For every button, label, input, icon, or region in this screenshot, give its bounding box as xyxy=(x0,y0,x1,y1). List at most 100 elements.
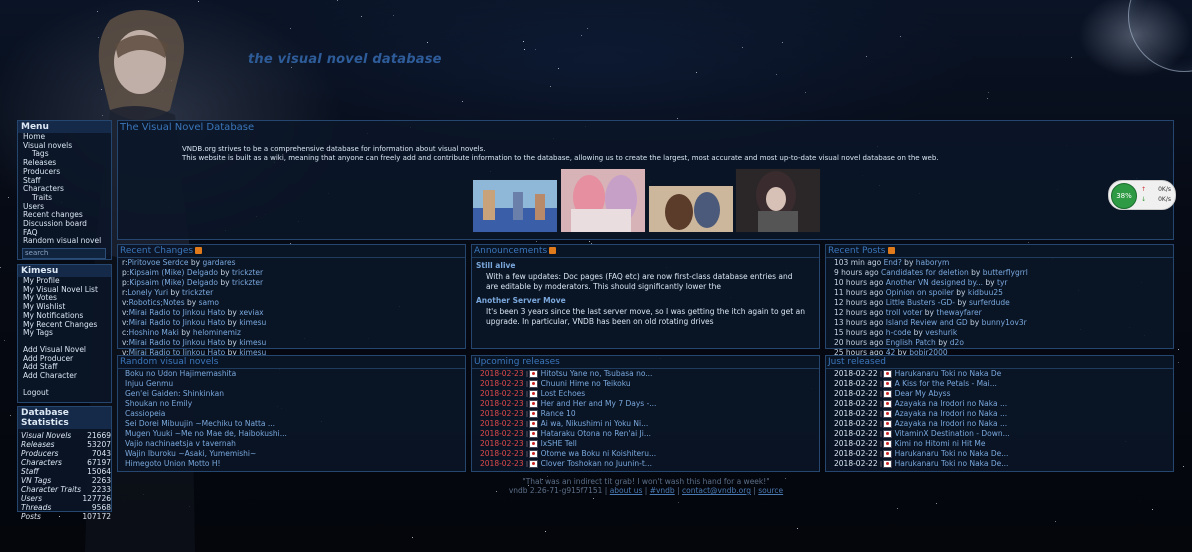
post-user-link[interactable]: surferdude xyxy=(969,298,1010,307)
release-title-link[interactable]: Harukanaru Toki no Naka De... xyxy=(895,449,1009,458)
random-vn-link[interactable]: Cassiopeia xyxy=(118,409,465,419)
footer-link[interactable]: about us xyxy=(610,486,643,495)
announcements-heading[interactable]: Announcements xyxy=(474,246,547,256)
post-user-link[interactable]: tyr xyxy=(997,278,1007,287)
change-item-link[interactable]: Robotics;Notes xyxy=(129,298,185,307)
release-title-link[interactable]: IxSHE Tell xyxy=(541,439,577,448)
release-title-link[interactable]: Rance 10 xyxy=(541,409,576,418)
menu-item[interactable]: Random visual novel xyxy=(18,237,111,246)
release-title-link[interactable]: Dear My Abyss xyxy=(895,389,951,398)
footer-link[interactable]: source xyxy=(758,486,783,495)
release-date: 2018-02-23 xyxy=(480,409,524,418)
change-user-link[interactable]: samo xyxy=(199,298,219,307)
change-item-link[interactable]: Mirai Radio to Jinkou Hato xyxy=(129,338,226,347)
change-user-link[interactable]: xeviax xyxy=(239,308,263,317)
change-item-link[interactable]: Lonely Yuri xyxy=(127,288,168,297)
site-title[interactable]: the visual novel database xyxy=(248,52,442,67)
upcoming-title[interactable]: Upcoming releases xyxy=(472,356,819,369)
release-title-link[interactable]: Ai wa, Nikushimi ni Yoku Ni... xyxy=(541,419,649,428)
announcement-title[interactable]: Still alive xyxy=(472,258,819,270)
change-user-link[interactable]: trickzter xyxy=(182,288,213,297)
change-user-link[interactable]: helominemiz xyxy=(193,328,241,337)
post-user-link[interactable]: d2o xyxy=(950,338,964,347)
rss-icon[interactable] xyxy=(195,247,203,254)
release-title-link[interactable]: Lost Echoes xyxy=(541,389,586,398)
random-vn-link[interactable]: Wajin Iburoku ~Asaki, Yumemishi~ xyxy=(118,449,465,459)
change-user-link[interactable]: trickzter xyxy=(232,268,263,277)
language-flag-icon xyxy=(528,420,538,428)
release-title-link[interactable]: Clover Toshokan no Juunin-t... xyxy=(541,459,652,468)
random-vn-link[interactable]: Boku no Udon Hajimemashita xyxy=(118,369,465,379)
change-user-link[interactable]: kimesu xyxy=(239,318,266,327)
change-item-link[interactable]: Hoshino Maki xyxy=(129,328,179,337)
change-item-link[interactable]: Mirai Radio to Jinkou Hato xyxy=(129,308,226,317)
screenshot-4[interactable] xyxy=(735,168,821,233)
star xyxy=(782,42,783,43)
post-topic-link[interactable]: End? xyxy=(884,258,902,267)
post-topic-link[interactable]: Little Busters -GD- xyxy=(886,298,955,307)
random-vn-link[interactable]: Injuu Genmu xyxy=(118,379,465,389)
language-flag-icon xyxy=(882,390,892,398)
post-topic-link[interactable]: troll voter xyxy=(886,308,923,317)
screenshot-1[interactable] xyxy=(472,179,558,233)
change-item-link[interactable]: Mirai Radio to Jinkou Hato xyxy=(129,318,226,327)
release-title-link[interactable]: Harukanaru Toki no Naka De xyxy=(895,369,1002,378)
release-title-link[interactable]: Harukanaru Toki no Naka De... xyxy=(895,459,1009,468)
logout-link[interactable]: Logout xyxy=(18,388,111,398)
platform-icon xyxy=(879,441,882,447)
footer-link[interactable]: contact@vndb.org xyxy=(682,486,751,495)
post-user-link[interactable]: veshurik xyxy=(925,328,957,337)
user-menu-item[interactable]: My Tags xyxy=(18,329,111,338)
release-title-link[interactable]: Her and Her and My 7 Days -... xyxy=(541,399,657,408)
announcement-title[interactable]: Another Server Move xyxy=(472,293,819,305)
add-menu-item[interactable]: Add Character xyxy=(18,371,111,381)
rss-icon[interactable] xyxy=(887,247,895,254)
random-vn-link[interactable]: Mugen Yuuki ~Me no Mae de, Haibokushi... xyxy=(118,429,465,439)
change-item-link[interactable]: Kipsaim (Mike) Delgado xyxy=(129,278,218,287)
release-title-link[interactable]: Azayaka na Irodori no Naka ... xyxy=(895,409,1008,418)
change-user-link[interactable]: trickzter xyxy=(232,278,263,287)
recent-changes-heading[interactable]: Recent Changes xyxy=(120,246,193,256)
platform-icon xyxy=(525,411,528,417)
post-topic-link[interactable]: Another VN designed by... xyxy=(886,278,983,287)
rss-icon[interactable] xyxy=(549,247,557,254)
post-topic-link[interactable]: Opinion on spoiler xyxy=(886,288,954,297)
star xyxy=(8,197,9,198)
release-title-link[interactable]: Chuuni Hime no Teikoku xyxy=(541,379,631,388)
post-topic-link[interactable]: Candidates for deletion xyxy=(881,268,969,277)
release-title-link[interactable]: Otome wa Boku ni Koishiteru... xyxy=(541,449,657,458)
language-flag-icon xyxy=(528,430,538,438)
release-title-link[interactable]: Azayaka na Irodori no Naka ... xyxy=(895,419,1008,428)
random-vn-link[interactable]: Himegoto Union Motto H! xyxy=(118,459,465,469)
download-value: 0K/s xyxy=(1158,196,1171,203)
release-title-link[interactable]: Hataraku Otona no Ren'ai Ji... xyxy=(541,429,651,438)
post-user-link[interactable]: bunny1ov3r xyxy=(982,318,1027,327)
post-topic-link[interactable]: h-code xyxy=(886,328,912,337)
post-user-link[interactable]: haborym xyxy=(916,258,950,267)
post-topic-link[interactable]: English Patch xyxy=(886,338,936,347)
screenshot-2[interactable] xyxy=(560,168,646,233)
random-vn-link[interactable]: Vajio nachinaetsja v tavernah xyxy=(118,439,465,449)
change-item-link[interactable]: Kipsaim (Mike) Delgado xyxy=(129,268,218,277)
footer-link[interactable]: #vndb xyxy=(650,486,675,495)
release-title-link[interactable]: Kimi no Hitomi ni Hit Me xyxy=(895,439,986,448)
random-vn-link[interactable]: Gen'ei Gaiden: Shinkinkan xyxy=(118,389,465,399)
post-user-link[interactable]: kidbuu25 xyxy=(968,288,1003,297)
release-title-link[interactable]: Hitotsu Yane no, Tsubasa no... xyxy=(541,369,653,378)
release-title-link[interactable]: Azayaka na Irodori no Naka ... xyxy=(895,399,1008,408)
random-vn-link[interactable]: Shoukan no Emily xyxy=(118,399,465,409)
recent-posts-heading[interactable]: Recent Posts xyxy=(828,246,886,256)
just-released-title[interactable]: Just released xyxy=(826,356,1173,369)
footer: "That was an indirect tit grab! I won't … xyxy=(470,477,822,495)
post-topic-link[interactable]: Island Review and GD xyxy=(886,318,968,327)
change-user-link[interactable]: kimesu xyxy=(239,338,266,347)
change-user-link[interactable]: gardares xyxy=(202,258,235,267)
post-user-link[interactable]: butterflygrrl xyxy=(983,268,1028,277)
release-title-link[interactable]: A Kiss for the Petals - Mai... xyxy=(895,379,997,388)
post-user-link[interactable]: thewayfarer xyxy=(936,308,981,317)
change-item-link[interactable]: Piritovoe Serdce xyxy=(127,258,188,267)
search-input[interactable]: search xyxy=(22,248,106,260)
random-vn-link[interactable]: Sei Dorei Mibuujin ~Mechiku to Natta ... xyxy=(118,419,465,429)
screenshot-3[interactable] xyxy=(648,185,734,233)
release-title-link[interactable]: VitaminX Destination - Down... xyxy=(895,429,1010,438)
